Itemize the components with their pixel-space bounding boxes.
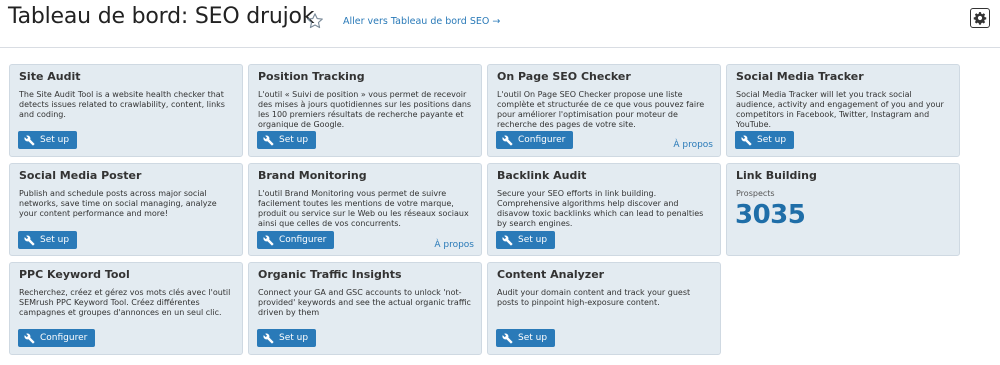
configure-button[interactable]: Configurer [257, 231, 335, 249]
set-up-button[interactable]: Set up [257, 329, 317, 347]
page-title: Tableau de bord: SEO drujok [8, 4, 315, 29]
content-analyzer-card: Content Analyzer Audit your domain conte… [487, 262, 721, 355]
prospects-count: 3035 [735, 200, 806, 230]
configure-button[interactable]: Configurer [496, 131, 574, 149]
card-description: Connect your GA and GSC accounts to unlo… [258, 288, 471, 317]
card-title: Social Media Poster [19, 169, 142, 182]
seo-dashboard-link[interactable]: Aller vers Tableau de bord SEO → [343, 16, 500, 27]
card-title: Site Audit [19, 70, 81, 83]
card-description: The Site Audit Tool is a website health … [19, 90, 225, 119]
button-label: Set up [279, 135, 309, 145]
wrench-icon [263, 333, 274, 344]
button-label: Set up [757, 135, 787, 145]
set-up-button[interactable]: Set up [496, 329, 556, 347]
card-title: Brand Monitoring [258, 169, 367, 182]
wrench-icon [502, 333, 513, 344]
brand-monitoring-card: Brand Monitoring L'outil Brand Monitorin… [248, 163, 482, 256]
button-label: Set up [518, 333, 548, 343]
organic-traffic-insights-card: Organic Traffic Insights Connect your GA… [248, 262, 482, 355]
wrench-icon [502, 235, 513, 246]
wrench-icon [263, 235, 274, 246]
link-building-card[interactable]: Link Building Prospects 3035 [726, 163, 960, 256]
configure-button[interactable]: Configurer [18, 329, 96, 347]
settings-button[interactable] [970, 8, 990, 28]
card-title: Content Analyzer [497, 268, 605, 281]
card-title: PPC Keyword Tool [19, 268, 130, 281]
button-label: Set up [40, 135, 70, 145]
card-title: Backlink Audit [497, 169, 587, 182]
set-up-button[interactable]: Set up [18, 231, 78, 249]
set-up-button[interactable]: Set up [735, 131, 795, 149]
card-title: Position Tracking [258, 70, 365, 83]
card-description: L'outil Brand Monitoring vous permet de … [258, 189, 469, 228]
about-link[interactable]: À propos [673, 140, 713, 150]
site-audit-card: Site Audit The Site Audit Tool is a webs… [9, 64, 243, 157]
card-title: Link Building [736, 169, 817, 182]
button-label: Set up [40, 235, 70, 245]
wrench-icon [24, 235, 35, 246]
wrench-icon [502, 135, 513, 146]
button-label: Configurer [279, 235, 327, 245]
social-media-tracker-card: Social Media Tracker Social Media Tracke… [726, 64, 960, 157]
card-description: Audit your domain content and track your… [497, 288, 691, 307]
card-title: Organic Traffic Insights [258, 268, 402, 281]
star-icon[interactable] [306, 12, 324, 30]
card-title: On Page SEO Checker [497, 70, 631, 83]
set-up-button[interactable]: Set up [18, 131, 78, 149]
set-up-button[interactable]: Set up [257, 131, 317, 149]
card-description: L'outil « Suivi de position » vous perme… [258, 90, 472, 129]
backlink-audit-card: Backlink Audit Secure your SEO efforts i… [487, 163, 721, 256]
card-description: L'outil On Page SEO Checker propose une … [497, 90, 705, 129]
social-media-poster-card: Social Media Poster Publish and schedule… [9, 163, 243, 256]
wrench-icon [263, 135, 274, 146]
on-page-seo-checker-card: On Page SEO Checker L'outil On Page SEO … [487, 64, 721, 157]
prospects-label: Prospects [736, 189, 775, 198]
button-label: Configurer [518, 135, 566, 145]
about-link[interactable]: À propos [434, 240, 474, 250]
wrench-icon [741, 135, 752, 146]
page-header: Tableau de bord: SEO drujok Aller vers T… [0, 0, 1000, 48]
wrench-icon [24, 333, 35, 344]
wrench-icon [24, 135, 35, 146]
button-label: Configurer [40, 333, 88, 343]
gear-icon [973, 12, 987, 25]
card-description: Recherchez, créez et gérez vos mots clés… [19, 288, 231, 317]
set-up-button[interactable]: Set up [496, 231, 556, 249]
card-description: Secure your SEO efforts in link building… [497, 189, 704, 228]
card-title: Social Media Tracker [736, 70, 864, 83]
card-description: Publish and schedule posts across major … [19, 189, 217, 218]
button-label: Set up [279, 333, 309, 343]
button-label: Set up [518, 235, 548, 245]
card-description: Social Media Tracker will let you track … [736, 90, 944, 129]
position-tracking-card: Position Tracking L'outil « Suivi de pos… [248, 64, 482, 157]
ppc-keyword-tool-card: PPC Keyword Tool Recherchez, créez et gé… [9, 262, 243, 355]
